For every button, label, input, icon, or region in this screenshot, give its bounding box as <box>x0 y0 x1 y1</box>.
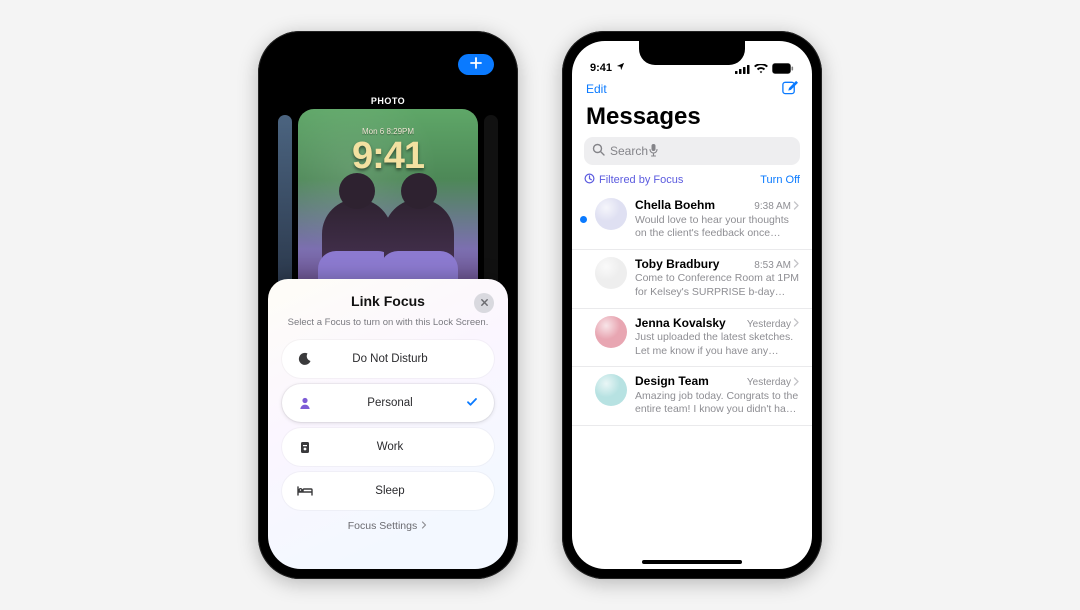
dictation-icon[interactable] <box>648 143 659 160</box>
focus-label: Work <box>318 441 480 453</box>
chevron-right-icon <box>420 520 428 532</box>
wallpaper-category-label: PHOTO <box>268 96 508 106</box>
focus-label: Do Not Disturb <box>318 353 480 365</box>
conversation-name: Chella Boehm <box>635 198 715 212</box>
avatar <box>595 198 627 230</box>
chevron-right-icon <box>793 318 800 330</box>
unread-dot <box>580 216 587 223</box>
wifi-icon <box>754 64 768 74</box>
home-indicator[interactable] <box>642 560 742 564</box>
screen: PHOTO Mon 6 8:29PM 9:41 Link Focus Sele <box>268 41 508 569</box>
focus-filter-label: Filtered by Focus <box>599 174 683 186</box>
notch <box>639 41 745 65</box>
close-sheet-button[interactable] <box>474 293 494 313</box>
conversation-row[interactable]: Jenna Kovalsky Yesterday Just uploaded t… <box>572 309 812 368</box>
conversation-row[interactable]: Chella Boehm 9:38 AM Would love to hear … <box>572 191 812 250</box>
focus-item-sleep[interactable]: Sleep <box>282 472 494 510</box>
compose-button[interactable] <box>781 79 798 99</box>
location-icon <box>616 62 625 74</box>
cellular-icon <box>735 64 750 74</box>
conversation-time: Yesterday <box>747 377 800 389</box>
page-title: Messages <box>572 101 812 137</box>
focus-filter-icon <box>584 173 595 187</box>
conversation-body: Toby Bradbury 8:53 AM Come to Conference… <box>635 257 800 300</box>
edit-button[interactable]: Edit <box>586 82 607 96</box>
chevron-right-icon <box>793 259 800 271</box>
search-input[interactable]: Search <box>584 137 800 165</box>
battery-icon <box>772 63 794 74</box>
avatar <box>595 257 627 289</box>
phone-lockscreen-editor: PHOTO Mon 6 8:29PM 9:41 Link Focus Sele <box>258 31 518 579</box>
avatar <box>595 316 627 348</box>
badge-icon <box>296 440 314 454</box>
turn-off-filter-button[interactable]: Turn Off <box>760 174 800 186</box>
bed-icon <box>296 484 314 498</box>
sheet-subtitle: Select a Focus to turn on with this Lock… <box>282 317 494 328</box>
focus-item-personal[interactable]: Personal <box>282 384 494 422</box>
conversation-preview: Amazing job today. Congrats to the entir… <box>635 390 800 417</box>
conversation-name: Design Team <box>635 374 709 388</box>
conversation-name: Toby Bradbury <box>635 257 719 271</box>
sheet-title: Link Focus <box>351 293 425 309</box>
conversation-time: 9:38 AM <box>754 201 800 213</box>
focus-list: Do Not Disturb Personal Work <box>282 340 494 510</box>
conversation-row[interactable]: Design Team Yesterday Amazing job today.… <box>572 367 812 426</box>
focus-item-dnd[interactable]: Do Not Disturb <box>282 340 494 378</box>
status-time: 9:41 <box>590 62 612 74</box>
focus-label: Personal <box>318 397 480 409</box>
conversation-row[interactable]: Toby Bradbury 8:53 AM Come to Conference… <box>572 250 812 309</box>
moon-icon <box>296 352 314 366</box>
focus-settings-label: Focus Settings <box>348 520 417 532</box>
conversation-time: 8:53 AM <box>754 259 800 271</box>
focus-item-work[interactable]: Work <box>282 428 494 466</box>
chevron-right-icon <box>793 201 800 213</box>
conversation-preview: Just uploaded the latest sketches. Let m… <box>635 331 800 358</box>
dynamic-island <box>349 51 427 73</box>
screen: 9:41 Edit <box>572 41 812 569</box>
focus-label: Sleep <box>318 485 480 497</box>
nav-bar: Edit <box>572 77 812 101</box>
conversation-preview: Come to Conference Room at 1PM for Kelse… <box>635 272 800 299</box>
add-wallpaper-button[interactable] <box>458 54 494 75</box>
plus-icon <box>470 56 482 74</box>
conversation-body: Jenna Kovalsky Yesterday Just uploaded t… <box>635 316 800 359</box>
conversation-time: Yesterday <box>747 318 800 330</box>
close-icon <box>480 294 489 312</box>
focus-settings-link[interactable]: Focus Settings <box>282 520 494 532</box>
compose-icon <box>781 85 798 99</box>
sheet-header: Link Focus <box>282 293 494 309</box>
avatar <box>595 374 627 406</box>
conversation-name: Jenna Kovalsky <box>635 316 726 330</box>
phone-messages: 9:41 Edit <box>562 31 822 579</box>
conversation-list[interactable]: Chella Boehm 9:38 AM Would love to hear … <box>572 191 812 426</box>
person-icon <box>296 396 314 410</box>
conversation-preview: Would love to hear your thoughts on the … <box>635 214 800 241</box>
search-icon <box>592 143 610 159</box>
conversation-body: Chella Boehm 9:38 AM Would love to hear … <box>635 198 800 241</box>
lockscreen-clock: 9:41 <box>298 135 478 178</box>
search-placeholder: Search <box>610 144 648 158</box>
conversation-body: Design Team Yesterday Amazing job today.… <box>635 374 800 417</box>
chevron-right-icon <box>793 377 800 389</box>
checkmark-icon <box>466 396 478 411</box>
focus-filter-row: Filtered by Focus Turn Off <box>584 173 800 187</box>
link-focus-sheet: Link Focus Select a Focus to turn on wit… <box>268 279 508 569</box>
